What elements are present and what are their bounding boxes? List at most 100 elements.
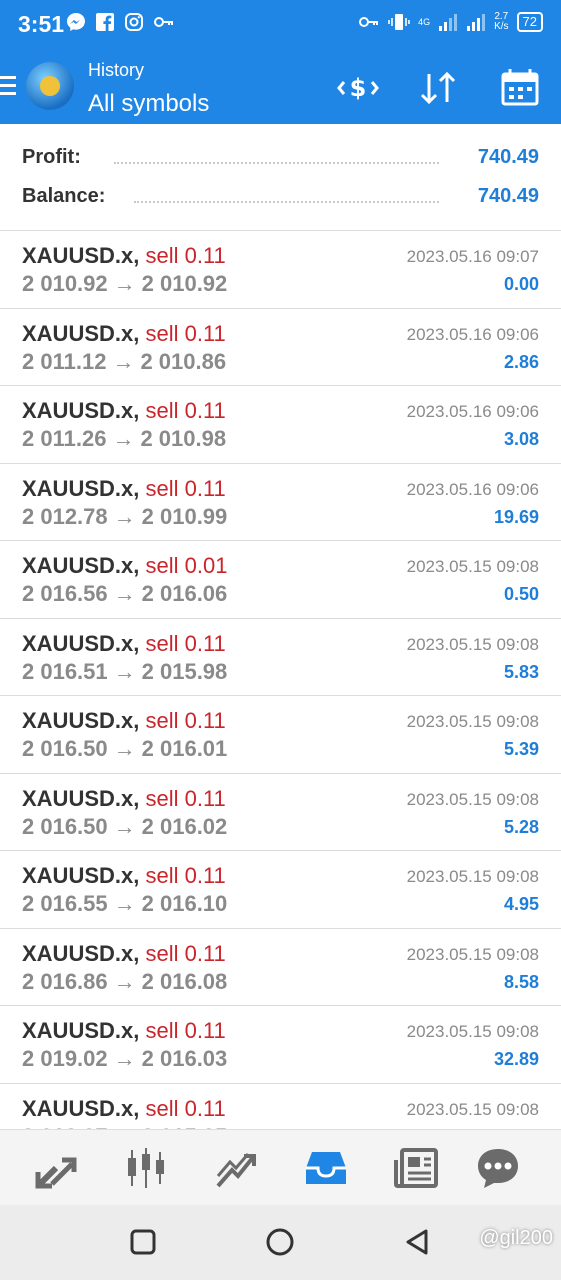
deal-row[interactable]: XAUUSD.x, sell 0.11 2 016.86 → 2 016.08 2023… bbox=[0, 929, 561, 1006]
deal-row[interactable]: XAUUSD.x, sell 0.11 2 016.50 → 2 016.01 2023… bbox=[0, 696, 561, 774]
profit-value: 740.49 bbox=[477, 146, 539, 168]
deal-row[interactable]: XAUUSD.x, sell 0.01 2 016.56 → 2 016.06 2023… bbox=[0, 541, 561, 619]
home-icon[interactable] bbox=[265, 1227, 295, 1257]
open-price: 2 010.92 bbox=[22, 271, 108, 296]
trade-icon[interactable] bbox=[214, 1146, 258, 1190]
deal-row[interactable]: XAUUSD.x, sell 0.11 2 012.78 → 2 010.99 2023… bbox=[0, 464, 561, 541]
deal-time: 2023.05.15 09:08 bbox=[406, 712, 539, 731]
deal-row[interactable]: XAUUSD.x, sell 0.11 2 011.12 → 2 010.86 2023… bbox=[0, 309, 561, 386]
price-arrow-icon: → bbox=[113, 658, 136, 684]
net-speed: 2.7 K/s bbox=[494, 11, 509, 32]
quotes-icon[interactable] bbox=[34, 1146, 78, 1190]
deal-time: 2023.05.16 09:06 bbox=[406, 479, 539, 499]
signal-icon bbox=[439, 14, 458, 31]
deal-side: sell 0.01 bbox=[145, 553, 228, 578]
deal-row[interactable]: XAUUSD.x, sell 0.11 2 010.92 → 2 010.92 2023… bbox=[0, 231, 561, 309]
history-icon[interactable] bbox=[304, 1146, 348, 1190]
deal-list[interactable]: XAUUSD.x, sell 0.11 2 010.92 → 2 010.92 2023… bbox=[0, 231, 561, 1129]
symbol-name: XAUUSD.x, bbox=[22, 1095, 140, 1121]
symbol-filter[interactable]: All symbols bbox=[88, 90, 209, 118]
deal-row[interactable]: XAUUSD.x, sell 0.11 2 016.50 → 2 016.02 2023… bbox=[0, 774, 561, 851]
bottom-tab-bar bbox=[0, 1129, 561, 1206]
battery-icon: 72 bbox=[516, 12, 543, 32]
account-summary: Profit: 740.49 Balance: 740.49 bbox=[0, 124, 561, 231]
price-arrow-icon: → bbox=[113, 271, 136, 296]
calendar-icon[interactable] bbox=[498, 68, 542, 108]
chart-icon[interactable] bbox=[124, 1146, 168, 1190]
open-price: 2 016.50 bbox=[22, 813, 108, 839]
deal-time: 2023.05.16 09:06 bbox=[406, 324, 539, 344]
system-nav-bar: @gil200 bbox=[0, 1205, 561, 1280]
toolbar: History All symbols $ bbox=[0, 54, 561, 124]
deal-symbol: XAUUSD.x, sell 0.11 bbox=[22, 1096, 226, 1122]
deal-profit: 3.08 bbox=[503, 429, 539, 449]
deal-symbol: XAUUSD.x, sell 0.11 bbox=[22, 321, 226, 347]
deal-side: sell 0.11 bbox=[145, 630, 226, 656]
deal-row[interactable]: XAUUSD.x, sell 0.11 2 016.55 → 2 016.10 2023… bbox=[0, 851, 561, 929]
chat-icon[interactable] bbox=[476, 1146, 520, 1190]
deal-prices: 2 016.56 → 2 016.06 bbox=[22, 581, 227, 607]
deal-prices: 2 011.12 → 2 010.86 bbox=[22, 349, 226, 375]
deal-prices: 2 016.55 → 2 016.10 bbox=[22, 891, 227, 917]
close-price: 2 010.86 bbox=[140, 348, 227, 374]
symbol-name: XAUUSD.x, bbox=[22, 553, 140, 578]
news-icon[interactable] bbox=[394, 1146, 438, 1190]
deal-profit: 0.50 bbox=[503, 584, 539, 604]
price-arrow-icon: → bbox=[112, 426, 135, 451]
watermark: @gil200 bbox=[479, 1227, 553, 1249]
deal-symbol: XAUUSD.x, sell 0.01 bbox=[22, 553, 227, 579]
leader-dots bbox=[134, 201, 439, 203]
dollar-sync-icon[interactable]: $ bbox=[336, 68, 380, 108]
balance-value: 740.49 bbox=[477, 185, 539, 207]
deal-symbol: XAUUSD.x, sell 0.11 bbox=[22, 708, 226, 734]
app-header: 3:51 4G 2.7 K/s 72 History All symbols $ bbox=[0, 0, 561, 124]
close-price: 2 015.98 bbox=[141, 658, 228, 684]
instagram-icon bbox=[125, 13, 143, 31]
price-arrow-icon: → bbox=[113, 1046, 136, 1071]
deal-row[interactable]: XAUUSD.x, sell 0.11 2 016.51 → 2 015.98 2023… bbox=[0, 619, 561, 696]
deal-side: sell 0.11 bbox=[145, 320, 226, 346]
deal-time: 2023.05.15 09:08 bbox=[406, 634, 539, 654]
deal-row[interactable]: XAUUSD.x, sell 0.112 018.97→2 015.952023… bbox=[0, 1084, 561, 1130]
profit-label: Profit: bbox=[22, 146, 81, 168]
deal-row[interactable]: XAUUSD.x, sell 0.11 2 011.26 → 2 010.98 2023… bbox=[0, 386, 561, 464]
leader-dots bbox=[114, 162, 439, 164]
menu-icon[interactable] bbox=[0, 76, 16, 100]
status-bar: 3:51 4G 2.7 K/s 72 bbox=[0, 0, 561, 50]
open-price: 2 012.78 bbox=[22, 503, 108, 529]
deal-profit: 19.69 bbox=[493, 506, 539, 527]
svg-text:$: $ bbox=[350, 74, 367, 102]
deal-time: 2023.05.15 09:08 bbox=[406, 789, 539, 809]
deal-symbol: XAUUSD.x, sell 0.11 bbox=[22, 863, 226, 889]
recent-apps-icon[interactable] bbox=[128, 1227, 158, 1257]
facebook-icon bbox=[96, 13, 114, 31]
deal-profit: 32.89 bbox=[493, 1049, 539, 1069]
status-time: 3:51 bbox=[18, 11, 65, 37]
open-price: 2 016.86 bbox=[22, 968, 108, 994]
close-price: 2 016.08 bbox=[141, 968, 228, 994]
open-price: 2 016.50 bbox=[22, 736, 108, 761]
symbol-name: XAUUSD.x, bbox=[22, 243, 140, 268]
deal-prices: 2 011.26 → 2 010.98 bbox=[22, 426, 226, 452]
deal-time: 2023.05.15 09:08 bbox=[406, 944, 539, 964]
balance-label: Balance: bbox=[22, 185, 106, 207]
deal-row[interactable]: XAUUSD.x, sell 0.11 2 019.02 → 2 016.03 2023… bbox=[0, 1006, 561, 1084]
sort-icon[interactable] bbox=[416, 68, 460, 108]
symbol-name: XAUUSD.x, bbox=[22, 863, 140, 888]
deal-profit: 5.83 bbox=[503, 661, 539, 682]
back-icon[interactable] bbox=[402, 1227, 432, 1257]
profit-row: Profit: 740.49 bbox=[22, 146, 539, 176]
symbol-name: XAUUSD.x, bbox=[22, 398, 140, 423]
deal-side: sell 0.11 bbox=[145, 940, 226, 966]
price-arrow-icon: → bbox=[112, 348, 135, 374]
deal-side: sell 0.11 bbox=[145, 785, 226, 811]
deal-prices: 2 019.02 → 2 016.03 bbox=[22, 1046, 227, 1072]
deal-symbol: XAUUSD.x, sell 0.11 bbox=[22, 631, 226, 657]
price-arrow-icon: → bbox=[113, 503, 136, 529]
open-price: 2 019.02 bbox=[22, 1046, 108, 1071]
messenger-icon bbox=[67, 13, 85, 31]
deal-time: 2023.05.15 09:08 bbox=[406, 1099, 539, 1119]
deal-prices: 2 016.86 → 2 016.08 bbox=[22, 969, 227, 995]
app-logo[interactable] bbox=[26, 62, 74, 110]
section-title: History bbox=[88, 60, 145, 80]
